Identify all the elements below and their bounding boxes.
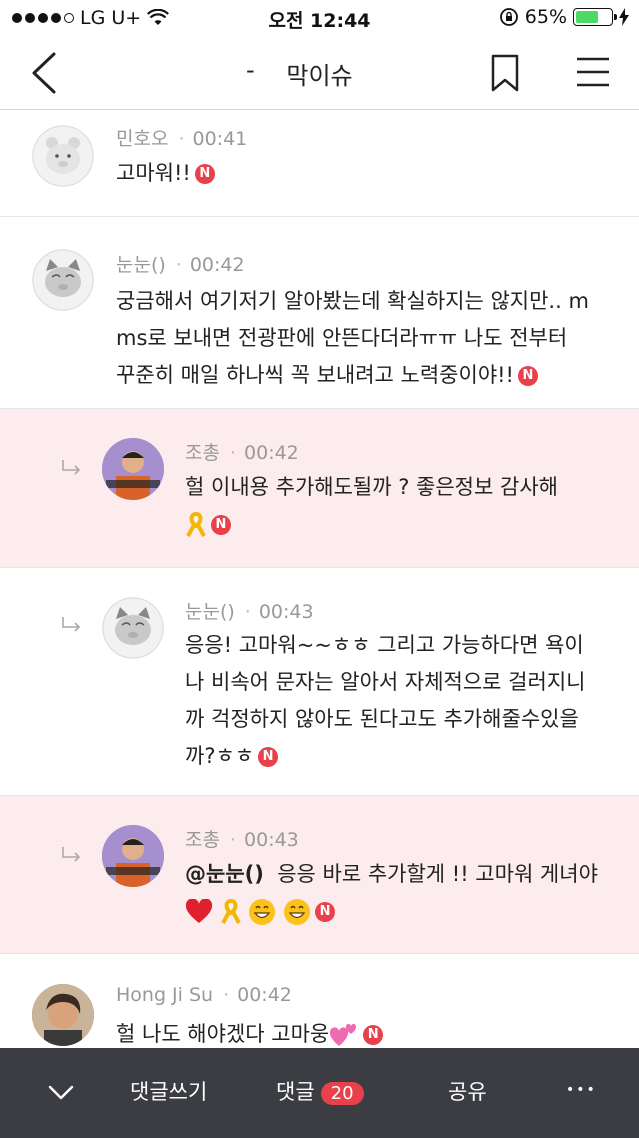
nav-bar: - 막이슈 — [0, 36, 639, 110]
mention-link[interactable]: @눈눈() — [185, 862, 264, 886]
new-badge: N — [194, 164, 215, 184]
comment-author[interactable]: 눈눈() — [185, 601, 235, 623]
comment-meta: 조총 · 00:43 — [185, 829, 299, 851]
comments-button[interactable]: 댓글 20 — [276, 1076, 364, 1106]
reply-arrow-icon — [62, 617, 81, 632]
comment-author[interactable]: Hong Ji Su — [116, 984, 213, 1006]
cat-avatar-icon — [102, 597, 164, 659]
comment-text: 헐 이내용 추가해도될까 ? 좋은정보 감사해 N — [185, 469, 625, 543]
grinning-face-icon — [249, 899, 276, 925]
avatar[interactable] — [32, 125, 94, 187]
avatar[interactable] — [102, 597, 164, 659]
battery-area: 65% — [499, 6, 629, 28]
comments-label: 댓글 — [276, 1080, 315, 1104]
reply-item: 조총 · 00:42 헐 이내용 추가해도될까 ? 좋은정보 감사해 N — [0, 409, 639, 568]
reply-item: 눈눈() · 00:43 응응! 고마워~~ㅎㅎ 그리고 가능하다면 욕이 나 비속… — [0, 568, 639, 796]
new-badge: N — [258, 747, 279, 767]
bottom-toolbar: 댓글쓰기 댓글 20 공유 ••• — [0, 1048, 639, 1138]
cat-avatar-icon — [32, 249, 94, 311]
avatar[interactable] — [32, 984, 94, 1046]
red-heart-icon — [185, 899, 213, 923]
comment-text: @눈눈() 응응 바로 추가할게 !! 고마워 게녀야 N — [185, 856, 625, 930]
person-avatar-icon — [102, 438, 164, 500]
new-badge: N — [211, 515, 231, 535]
comment-time: 00:41 — [192, 128, 248, 150]
comment-text: 응응! 고마워~~ㅎㅎ 그리고 가능하다면 욕이 나 비속어 문자는 알아서 자… — [185, 633, 586, 768]
comment-item: Hong Ji Su · 00:42 헐 나도 해야겠다 고마웅 N — [0, 954, 639, 1048]
person-avatar-icon — [32, 984, 94, 1046]
comment-meta: 조총 · 00:42 — [185, 442, 299, 464]
battery-percent: 65% — [524, 6, 567, 28]
comment-text: 헐 나도 해야겠다 고마웅 N — [116, 1016, 384, 1048]
comment-item: 민호오 · 00:41 고마워!! N — [0, 111, 639, 217]
reply-item: 조총 · 00:43 @눈눈() 응응 바로 추가할게 !! 고마워 게녀야 N — [0, 796, 639, 954]
comment-text: 궁금해서 여기저기 알아봤는데 확실하지는 않지만.. m ms로 보내면 전광… — [116, 289, 589, 387]
two-hearts-icon — [330, 1023, 357, 1046]
comment-author[interactable]: 조총 — [185, 442, 220, 464]
avatar[interactable] — [102, 438, 164, 500]
comment-author[interactable]: 눈눈() — [116, 254, 166, 276]
person-avatar-icon — [102, 825, 164, 887]
reply-arrow-icon — [62, 847, 81, 862]
avatar[interactable] — [102, 825, 164, 887]
write-comment-button[interactable]: 댓글쓰기 — [130, 1076, 207, 1106]
more-options-button[interactable]: ••• — [566, 1082, 597, 1098]
grinning-face-icon — [284, 899, 311, 925]
comment-time: 00:43 — [244, 829, 299, 851]
comment-time: 00:43 — [258, 601, 314, 623]
comment-list: 민호오 · 00:41 고마워!! N 눈눈() · 00:42 궁금해서 여기저기 알아… — [0, 111, 639, 1048]
orientation-lock-icon — [499, 8, 518, 26]
comment-time: 00:42 — [237, 984, 292, 1006]
comment-meta: Hong Ji Su · 00:42 — [116, 984, 292, 1006]
new-badge: N — [315, 902, 336, 922]
reply-arrow-icon — [62, 460, 81, 475]
chevron-down-icon[interactable] — [48, 1084, 74, 1102]
new-badge: N — [363, 1025, 384, 1045]
new-badge: N — [517, 366, 538, 386]
bookmark-icon[interactable] — [490, 54, 520, 92]
charging-icon — [619, 8, 629, 26]
page-title: 막이슈 — [286, 62, 353, 90]
comment-meta: 눈눈() · 00:43 — [185, 601, 314, 623]
comment-time: 00:42 — [244, 442, 299, 464]
avatar[interactable] — [32, 249, 94, 311]
status-bar: LG U+ 오전 12:44 65% — [0, 0, 639, 36]
comment-text: 고마워!! N — [116, 155, 215, 192]
menu-icon[interactable] — [575, 56, 611, 88]
comment-meta: 민호오 · 00:41 — [116, 128, 248, 150]
comment-author[interactable]: 민호오 — [116, 128, 168, 150]
comment-count-badge: 20 — [320, 1081, 364, 1105]
bear-avatar-icon — [32, 125, 94, 187]
yellow-ribbon-icon — [220, 899, 241, 924]
battery-icon — [573, 8, 617, 26]
battery-fill — [576, 11, 599, 23]
share-button[interactable]: 공유 — [448, 1076, 487, 1106]
comment-item: 눈눈() · 00:42 궁금해서 여기저기 알아봤는데 확실하지는 않지만.. m… — [0, 217, 639, 409]
comment-author[interactable]: 조총 — [185, 829, 220, 851]
comment-meta: 눈눈() · 00:42 — [116, 254, 245, 276]
comment-time: 00:42 — [189, 254, 245, 276]
yellow-ribbon-icon — [186, 512, 206, 537]
